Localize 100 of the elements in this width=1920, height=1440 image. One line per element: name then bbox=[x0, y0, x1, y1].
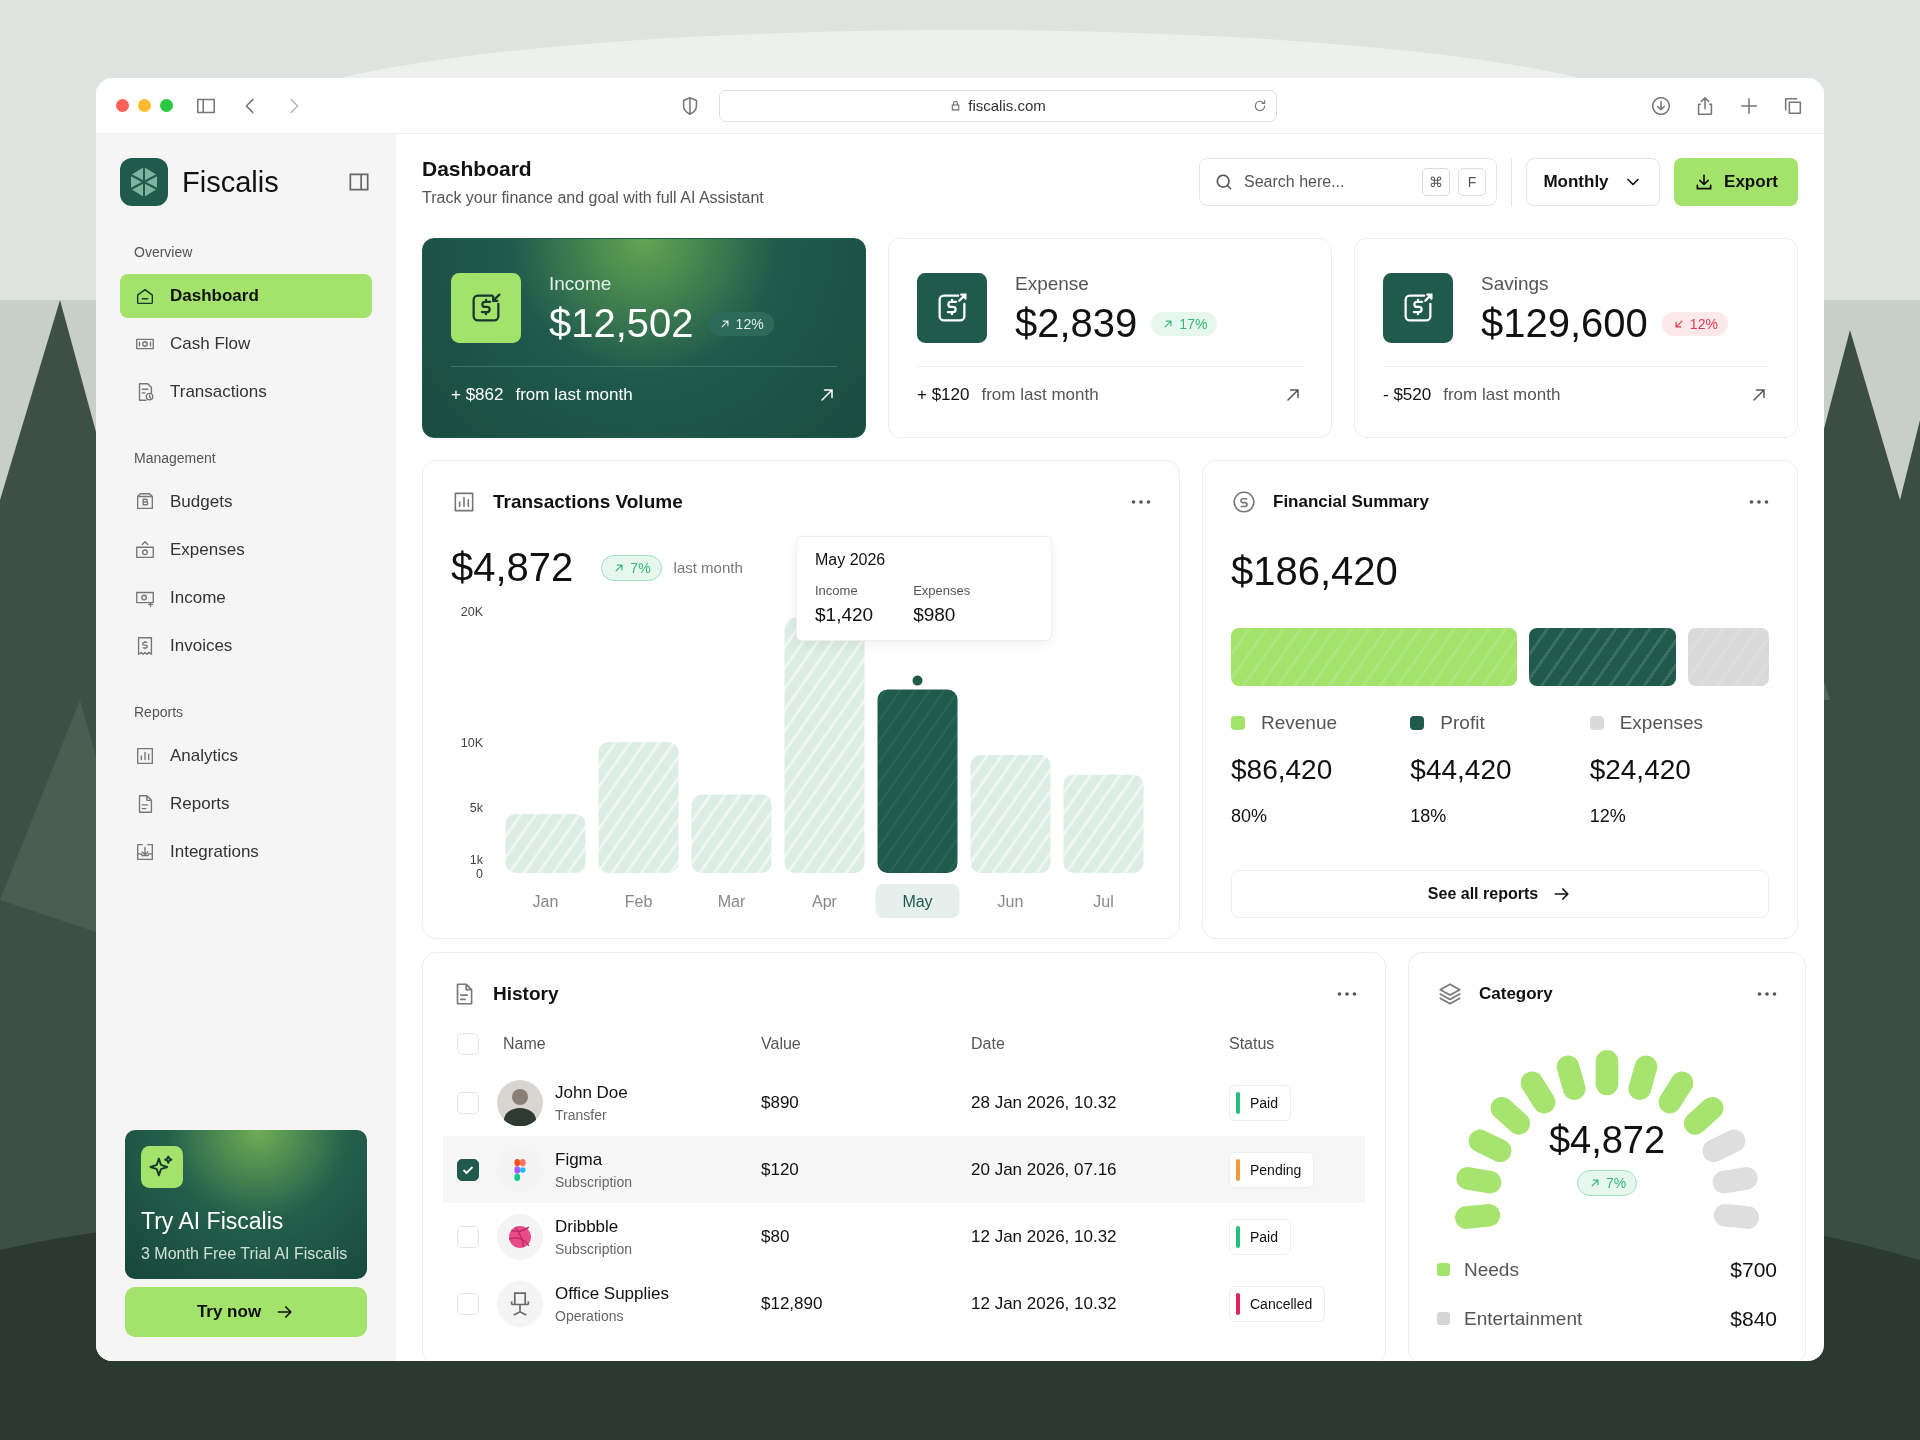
promo-subtitle: 3 Month Free Trial AI Fiscalis bbox=[141, 1245, 349, 1263]
change-badge: 7% bbox=[601, 554, 662, 581]
table-cell-text: 12 Jan 2026, 10.32 bbox=[971, 1226, 1118, 1247]
shortcut-key: ⌘ bbox=[1422, 168, 1450, 196]
nav-item[interactable]: Dashboard bbox=[120, 274, 372, 318]
shortcut-key: F bbox=[1458, 168, 1486, 196]
section-heading: Overview bbox=[133, 244, 194, 260]
card-title: Financial Summary bbox=[1273, 492, 1430, 512]
card-title: Category bbox=[1479, 984, 1554, 1004]
stat-label: Savings bbox=[1481, 273, 1550, 295]
change-note: from last month bbox=[515, 385, 634, 405]
change-badge: 12% bbox=[707, 311, 774, 336]
row-name: John Doe bbox=[555, 1082, 628, 1103]
address-bar[interactable]: fiscalis.com bbox=[718, 89, 1277, 122]
change-badge: 17% bbox=[1151, 311, 1218, 336]
y-axis-label: 1k bbox=[469, 853, 483, 868]
total-value: $4,872 bbox=[451, 545, 574, 590]
legend-percent: 80% bbox=[1231, 806, 1269, 827]
row-type: Transfer bbox=[555, 1106, 608, 1123]
row-type: Subscription bbox=[555, 1240, 633, 1257]
legend-amount: $44,420 bbox=[1410, 754, 1513, 786]
nav-item[interactable]: Income bbox=[120, 576, 372, 620]
tooltip-value: $980 bbox=[913, 604, 957, 626]
legend-label: Needs bbox=[1464, 1258, 1520, 1281]
nav-item[interactable]: Expenses bbox=[120, 528, 372, 572]
y-axis-label: 10K bbox=[460, 735, 483, 750]
legend-label: Revenue bbox=[1261, 712, 1338, 734]
table-cell-text: $120 bbox=[761, 1159, 800, 1180]
nav-item[interactable]: Reports bbox=[120, 782, 372, 826]
table-cell-text: $12,890 bbox=[761, 1293, 824, 1314]
export-button[interactable]: Export bbox=[1674, 158, 1798, 206]
x-axis-label: Jun bbox=[997, 893, 1024, 910]
row-type: Subscription bbox=[555, 1173, 633, 1190]
period-dropdown[interactable]: Monthly bbox=[1526, 158, 1660, 206]
change-badge: 7% bbox=[1576, 1170, 1638, 1196]
nav-item[interactable]: Cash Flow bbox=[120, 322, 372, 366]
column-header: Name bbox=[503, 1035, 547, 1053]
table-cell-text: $890 bbox=[761, 1092, 800, 1113]
stat-label: Income bbox=[549, 273, 613, 295]
table-cell-text: $80 bbox=[761, 1226, 791, 1247]
table-cell-text: 28 Jan 2026, 10.32 bbox=[971, 1092, 1118, 1113]
table-cell-text: 12 Jan 2026, 10.32 bbox=[971, 1293, 1118, 1314]
change-badge: 12% bbox=[1661, 311, 1728, 336]
table-row[interactable]: John Doe Transfer $890 28 Jan 2026, 10.32 Paid bbox=[443, 1069, 1365, 1136]
x-axis-label: Jul bbox=[1093, 893, 1114, 910]
x-axis-label: May bbox=[902, 893, 933, 910]
legend-amount: $24,420 bbox=[1589, 754, 1692, 786]
row-name: Office Supplies bbox=[555, 1283, 670, 1304]
stat-value: $12,502 bbox=[549, 301, 694, 346]
column-header: Status bbox=[1229, 1035, 1276, 1053]
legend-label: Entertainment bbox=[1464, 1307, 1584, 1330]
search-field[interactable]: Search here... bbox=[1242, 172, 1414, 192]
table-cell-text: 20 Jan 2026, 07.16 bbox=[971, 1159, 1118, 1180]
x-axis-label: Jan bbox=[532, 893, 559, 910]
table-row[interactable]: Dribbble Subscription $80 12 Jan 2026, 10.32 Paid bbox=[443, 1203, 1365, 1270]
column-header: Date bbox=[971, 1035, 1006, 1053]
see-all-reports-button[interactable]: See all reports bbox=[1231, 870, 1769, 918]
legend-percent: 18% bbox=[1410, 806, 1448, 827]
x-axis-label: Feb bbox=[624, 893, 653, 910]
legend-label: Profit bbox=[1440, 712, 1485, 734]
column-header: Value bbox=[761, 1035, 802, 1053]
status-text: Pending bbox=[1250, 1161, 1302, 1178]
x-axis-label: Apr bbox=[812, 893, 837, 910]
legend-label: Expenses bbox=[1619, 712, 1704, 734]
nav-item[interactable]: Budgets bbox=[120, 480, 372, 524]
tooltip-title: May 2026 bbox=[815, 551, 887, 569]
total-value: $186,420 bbox=[1231, 549, 1399, 594]
x-axis-label: Mar bbox=[717, 893, 746, 910]
app-name: Fiscalis bbox=[182, 165, 280, 199]
section-heading: Reports bbox=[133, 704, 185, 720]
tooltip-label: Expenses bbox=[913, 583, 971, 598]
table-row[interactable]: Figma Subscription $120 20 Jan 2026, 07.16 Pending bbox=[443, 1136, 1365, 1203]
nav-item[interactable]: Integrations bbox=[120, 830, 372, 874]
section-heading: Management bbox=[133, 450, 217, 466]
status-text: Paid bbox=[1250, 1228, 1279, 1245]
try-now-button[interactable]: Try now bbox=[125, 1287, 367, 1337]
nav-item[interactable]: Transactions bbox=[120, 370, 372, 414]
y-axis-label: 0 bbox=[476, 866, 483, 881]
row-name: Figma bbox=[555, 1149, 604, 1170]
change-amount: + $862 bbox=[451, 385, 504, 405]
legend-amount: $86,420 bbox=[1231, 754, 1334, 786]
legend-amount: $840 bbox=[1730, 1306, 1777, 1331]
card-title: Transactions Volume bbox=[493, 491, 684, 513]
nav-item[interactable]: Invoices bbox=[120, 624, 372, 668]
legend-percent: 12% bbox=[1589, 806, 1627, 827]
status-text: Paid bbox=[1250, 1094, 1279, 1111]
total-value: $4,872 bbox=[1548, 1119, 1666, 1162]
table-row[interactable]: Office Supplies Operations $12,890 12 Jan 2026, 10.32 Cancelled bbox=[443, 1270, 1365, 1337]
change-note: from last month bbox=[1443, 385, 1562, 405]
tooltip-label: Income bbox=[815, 583, 859, 598]
row-name: Dribbble bbox=[555, 1216, 620, 1237]
stat-value: $129,600 bbox=[1481, 301, 1648, 346]
status-text: Cancelled bbox=[1250, 1295, 1313, 1312]
nav-item[interactable]: Analytics bbox=[120, 734, 372, 778]
promo-title: Try AI Fiscalis bbox=[141, 1208, 285, 1235]
change-note: last month bbox=[673, 559, 743, 576]
change-amount: + $120 bbox=[917, 385, 970, 405]
tooltip-value: $1,420 bbox=[815, 604, 874, 626]
legend-amount: $700 bbox=[1730, 1257, 1777, 1282]
page-title: Dashboard bbox=[422, 157, 533, 181]
